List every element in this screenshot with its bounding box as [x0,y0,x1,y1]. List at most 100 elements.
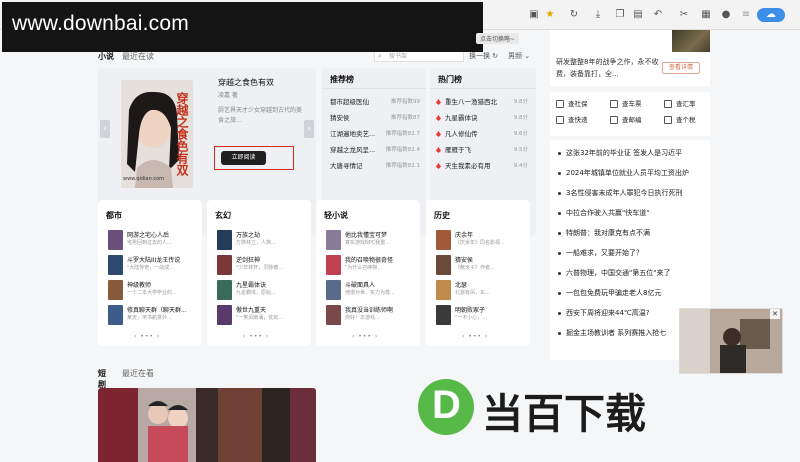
book-item[interactable]: 我真没当训练师啊 你好！本游戏... [326,305,418,329]
service-item[interactable]: 查社保 [556,98,608,110]
prev-arrow-icon[interactable]: ‹ [100,120,110,138]
book-item[interactable]: 北瑟 北瑟有凤，玄... [436,280,528,304]
ranking-row[interactable]: 大唐寻情记 推荐指数82.1 [330,160,420,172]
ranking-row[interactable]: 重生八一渔猎西北 9.8分 [436,96,528,108]
book-thumbnail [217,305,232,325]
rec-index: 推荐指数99 [391,99,420,105]
postcode-icon [610,116,618,124]
bullet-icon [558,251,561,255]
ranking-row[interactable]: 江湖遍地卖艺... 推荐指数82.7 [330,128,420,140]
ranking-row[interactable]: 雁雁于飞 9.5分 [436,144,528,156]
shorts-strip[interactable] [98,388,316,462]
book-item[interactable]: 猜安侯 《献天子》作者... [436,255,528,279]
short-poster[interactable] [218,388,262,462]
news-item[interactable]: 一包包免费玩甲骗走老人8亿元 [558,286,708,300]
short-poster[interactable] [290,388,316,462]
book-item[interactable]: 傲世九重天 "一笑风雨涌，仗剑... [217,305,309,329]
tab-novels[interactable]: 小说 [98,51,114,62]
service-item[interactable]: 查车票 [610,98,662,110]
news-item[interactable]: 3名性侵害未成年人罪犯今日执行死刑 [558,186,708,200]
news-item[interactable]: 一船难求，又要开始了？ [558,246,708,260]
shorts-recent-tab[interactable]: 最近在看 [122,368,154,379]
news-item[interactable]: 特朗普：我对康克有点不满 [558,226,708,240]
ranking-row[interactable]: 天生我素必有用 9.4分 [436,160,528,172]
refresh-button[interactable]: 换一换 ↻ [469,51,498,61]
tab-recent-reading[interactable]: 最近在读 [122,51,154,62]
short-poster[interactable] [196,388,218,462]
service-item[interactable]: 查邮编 [610,114,662,126]
book-title[interactable]: 穿越之食色有双 [218,77,274,88]
hot-icon [436,163,441,169]
book-summary: 他很对世，实力为尊... [345,290,395,296]
book-title: 猜安侯 [455,257,474,264]
service-item[interactable]: 查快递 [556,114,608,126]
service-label: 查社保 [568,100,588,108]
book-item[interactable]: 万族之劫 万族林立，人族... [217,230,309,254]
genre-pager[interactable]: ‹ ••• › [134,333,160,340]
doc-icon[interactable]: ▤ [631,8,645,22]
genre-pager[interactable]: ‹ ••• › [352,333,378,340]
genre-pager[interactable]: ‹ ••• › [243,333,269,340]
bullet-icon [558,231,561,235]
next-arrow-icon[interactable]: › [304,120,314,138]
copy-icon[interactable]: ❐ [613,8,627,22]
extension-icon[interactable]: ▣ [527,8,541,22]
genre-title[interactable]: 玄幻 [215,210,231,221]
refresh-icon[interactable]: ↻ [567,8,581,22]
divider [430,88,536,89]
genre-card: 都市网游之宅心人后 宅男回到过去的人... 斗罗大陆III龙王传说 "大陆传奇，一战成… [98,200,202,346]
ranking-row[interactable]: 穿越之龙风呈... 推荐指数82.4 [330,144,420,156]
genre-title[interactable]: 历史 [434,210,450,221]
book-item[interactable]: 神级教师 一个二本大学毕业的... [108,280,200,304]
floating-video[interactable] [679,308,783,374]
book-item[interactable]: 修真聊天群（聊天群... 某天，宋书航意外... [108,305,200,329]
genre-title[interactable]: 都市 [106,210,122,221]
book-item[interactable]: 斗破面具人 他很对世，实力为尊... [326,280,418,304]
star-icon[interactable]: ★ [543,8,557,22]
book-thumbnail [326,255,341,275]
scissors-icon[interactable]: ✂ [677,8,691,22]
book-item[interactable]: 我的召唤物很奇怪 "为什么召唤物... [326,255,418,279]
read-now-button[interactable]: 立即阅读 [221,151,266,165]
avatar-icon[interactable]: ● [719,8,733,22]
download-icon[interactable]: ⤓ [591,8,605,22]
book-item[interactable]: 斗罗大陆III龙王传说 "大陆传奇，一战成... [108,255,200,279]
menu-icon[interactable]: ≡ [739,8,753,22]
news-item[interactable]: 六普物理，中国交通"第五位"来了 [558,266,708,280]
book-title: 神级教师 [127,282,152,289]
genre-title[interactable]: 轻小说 [324,210,348,221]
search-input[interactable]: ⌕ 搜书架 [374,51,464,62]
genre-pager[interactable]: ‹ ••• › [462,333,488,340]
book-summary: 一个二本大学毕业的... [127,290,177,296]
short-poster[interactable] [98,388,138,462]
news-item[interactable]: 2024年城镇单位就业人员平均工资出炉 [558,166,708,180]
short-poster[interactable] [262,388,290,462]
ranking-row[interactable]: 猜安侯 推荐指数87 [330,112,420,124]
shorts-title[interactable]: 短剧 [98,368,106,390]
back-icon[interactable]: ↶ [651,8,665,22]
ranking-row[interactable]: 凡人修仙传 9.6分 [436,128,528,140]
service-item[interactable]: 查汇率 [664,98,716,110]
divider [322,88,426,89]
book-item[interactable]: 明朝败家子 "一不小心，... [436,305,528,329]
ranking-row[interactable]: 都市超级医仙 推荐指数99 [330,96,420,108]
news-item[interactable]: 这张32年前的毕业证 签发人是习近平 [558,146,708,160]
close-icon[interactable]: ✕ [770,309,780,319]
book-item[interactable]: 逆剑狂神 "少年林轩，灵脉被... [217,255,309,279]
game-ad[interactable]: 研发整整8年的战争之作，永不收费，装备靠打，全... 查看详情 [550,30,710,86]
book-item[interactable]: 网游之宅心人后 宅男回到过去的人... [108,230,200,254]
gender-select[interactable]: 男频 ⌄ [508,51,530,61]
book-item[interactable]: 九星霸体诀 九星霸体，原始... [217,280,309,304]
bullet-icon [558,211,561,215]
grid-icon[interactable]: ▦ [699,8,713,22]
cloud-icon[interactable]: ☁ [757,8,785,22]
short-poster[interactable] [138,388,196,462]
news-headline: 2024年城镇单位就业人员平均工资出炉 [566,169,689,177]
service-item[interactable]: 查个税 [664,114,716,126]
book-cover[interactable]: 穿越之食色有双 www.qidian.com [121,80,193,188]
book-item[interactable]: 庆余年 《庆余年》同名影视... [436,230,528,254]
ranking-row[interactable]: 九星霸体诀 9.8分 [436,112,528,124]
news-item[interactable]: 中拉合作驶入共赢"快车道" [558,206,708,220]
ad-details-button[interactable]: 查看详情 [662,62,700,74]
book-item[interactable]: 他比我懂宝可梦 真实游戏NPC我重... [326,230,418,254]
